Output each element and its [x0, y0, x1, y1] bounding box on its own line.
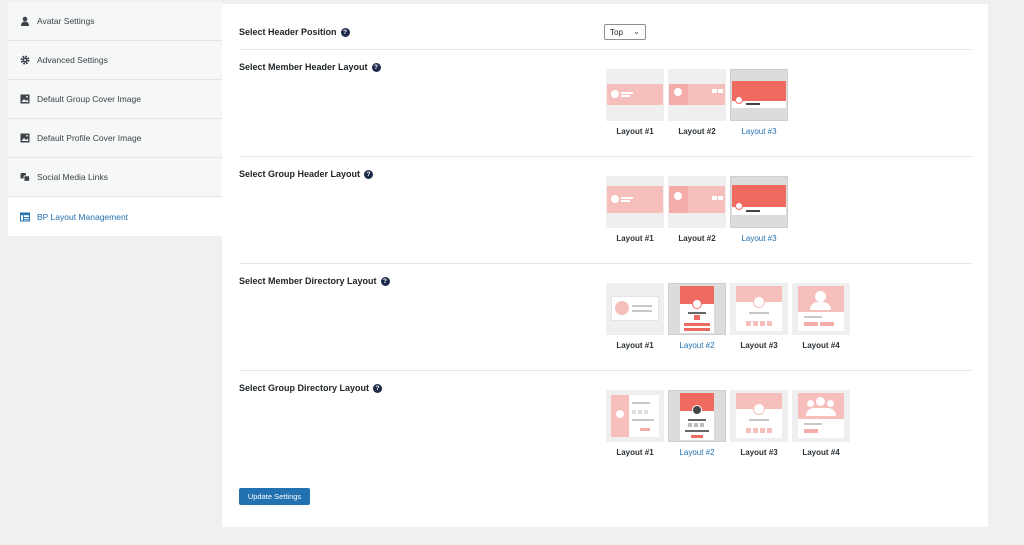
sidebar-item-default-profile-cover[interactable]: Default Profile Cover Image — [8, 119, 222, 158]
member-header-layout-row: Select Member Header Layout ? Layout #1 — [239, 49, 972, 157]
help-icon[interactable]: ? — [340, 27, 350, 37]
header-position-row: Select Header Position ? Top ⌄ — [239, 4, 972, 50]
layout-icon — [20, 212, 30, 222]
share-icon — [20, 172, 30, 182]
settings-panel: Select Header Position ? Top ⌄ Select Me… — [222, 4, 988, 527]
layout-preview-thumbnail — [730, 176, 788, 228]
layout-option-3[interactable]: Layout #3 — [730, 283, 788, 350]
help-icon[interactable]: ? — [380, 276, 390, 286]
layout-option-2[interactable]: Layout #2 — [668, 69, 726, 136]
sidebar-item-social-media-links[interactable]: Social Media Links — [8, 158, 222, 197]
sidebar-item-label: Advanced Settings — [37, 55, 108, 65]
image-icon — [20, 94, 30, 104]
image-icon — [20, 133, 30, 143]
layout-preview-thumbnail — [730, 390, 788, 442]
layout-preview-thumbnail — [730, 283, 788, 335]
member-header-layout-label: Select Member Header Layout ? — [239, 62, 381, 72]
member-directory-layout-options: Layout #1 Layout #2 Layout #3 Layout #4 — [606, 283, 854, 350]
group-directory-layout-label: Select Group Directory Layout ? — [239, 383, 383, 393]
header-position-label: Select Header Position ? — [239, 27, 350, 37]
layout-preview-thumbnail — [606, 283, 664, 335]
group-directory-layout-row: Select Group Directory Layout ? Layout #… — [239, 370, 972, 477]
layout-option-1[interactable]: Layout #1 — [606, 390, 664, 457]
settings-sidebar: Avatar Settings Advanced Settings Defaul… — [8, 2, 222, 236]
layout-option-1[interactable]: Layout #1 — [606, 176, 664, 243]
user-icon — [20, 16, 30, 26]
layout-option-2[interactable]: Layout #2 — [668, 283, 726, 350]
sidebar-item-default-group-cover[interactable]: Default Group Cover Image — [8, 80, 222, 119]
layout-preview-thumbnail — [606, 176, 664, 228]
layout-option-1[interactable]: Layout #1 — [606, 283, 664, 350]
layout-preview-thumbnail — [668, 390, 726, 442]
layout-option-3[interactable]: Layout #3 — [730, 69, 788, 136]
layout-option-2[interactable]: Layout #2 — [668, 390, 726, 457]
layout-preview-thumbnail — [792, 283, 850, 335]
sidebar-item-advanced-settings[interactable]: Advanced Settings — [8, 41, 222, 80]
group-header-layout-options: Layout #1 Layout #2 Layout #3 — [606, 176, 792, 243]
layout-option-4[interactable]: Layout #4 — [792, 283, 850, 350]
member-directory-layout-label: Select Member Directory Layout ? — [239, 276, 390, 286]
chevron-down-icon: ⌄ — [633, 27, 640, 36]
gear-icon — [20, 55, 30, 65]
layout-preview-thumbnail — [730, 69, 788, 121]
layout-preview-thumbnail — [668, 176, 726, 228]
help-icon[interactable]: ? — [373, 383, 383, 393]
help-icon[interactable]: ? — [371, 62, 381, 72]
member-directory-layout-row: Select Member Directory Layout ? Layout … — [239, 263, 972, 371]
sidebar-item-avatar-settings[interactable]: Avatar Settings — [8, 2, 222, 41]
sidebar-item-label: Default Profile Cover Image — [37, 133, 142, 143]
layout-preview-thumbnail — [668, 69, 726, 121]
update-settings-button[interactable]: Update Settings — [239, 488, 310, 505]
layout-option-3[interactable]: Layout #3 — [730, 390, 788, 457]
layout-preview-thumbnail — [606, 390, 664, 442]
sidebar-item-label: Avatar Settings — [37, 16, 95, 26]
group-header-layout-label: Select Group Header Layout ? — [239, 169, 374, 179]
sidebar-item-label: Default Group Cover Image — [37, 94, 141, 104]
group-directory-layout-options: Layout #1 Layout #2 Layout #3 Layout #4 — [606, 390, 854, 457]
layout-option-3[interactable]: Layout #3 — [730, 176, 788, 243]
group-header-layout-row: Select Group Header Layout ? Layout #1 L… — [239, 156, 972, 264]
sidebar-item-label: Social Media Links — [37, 172, 108, 182]
sidebar-item-bp-layout-management[interactable]: BP Layout Management — [8, 197, 222, 236]
layout-option-4[interactable]: Layout #4 — [792, 390, 850, 457]
help-icon[interactable]: ? — [364, 169, 374, 179]
layout-preview-thumbnail — [792, 390, 850, 442]
member-header-layout-options: Layout #1 Layout #2 Layout #3 — [606, 69, 792, 136]
header-position-select[interactable]: Top ⌄ — [604, 24, 646, 40]
layout-option-1[interactable]: Layout #1 — [606, 69, 664, 136]
sidebar-item-label: BP Layout Management — [37, 211, 129, 222]
layout-preview-thumbnail — [668, 283, 726, 335]
layout-preview-thumbnail — [606, 69, 664, 121]
layout-option-2[interactable]: Layout #2 — [668, 176, 726, 243]
